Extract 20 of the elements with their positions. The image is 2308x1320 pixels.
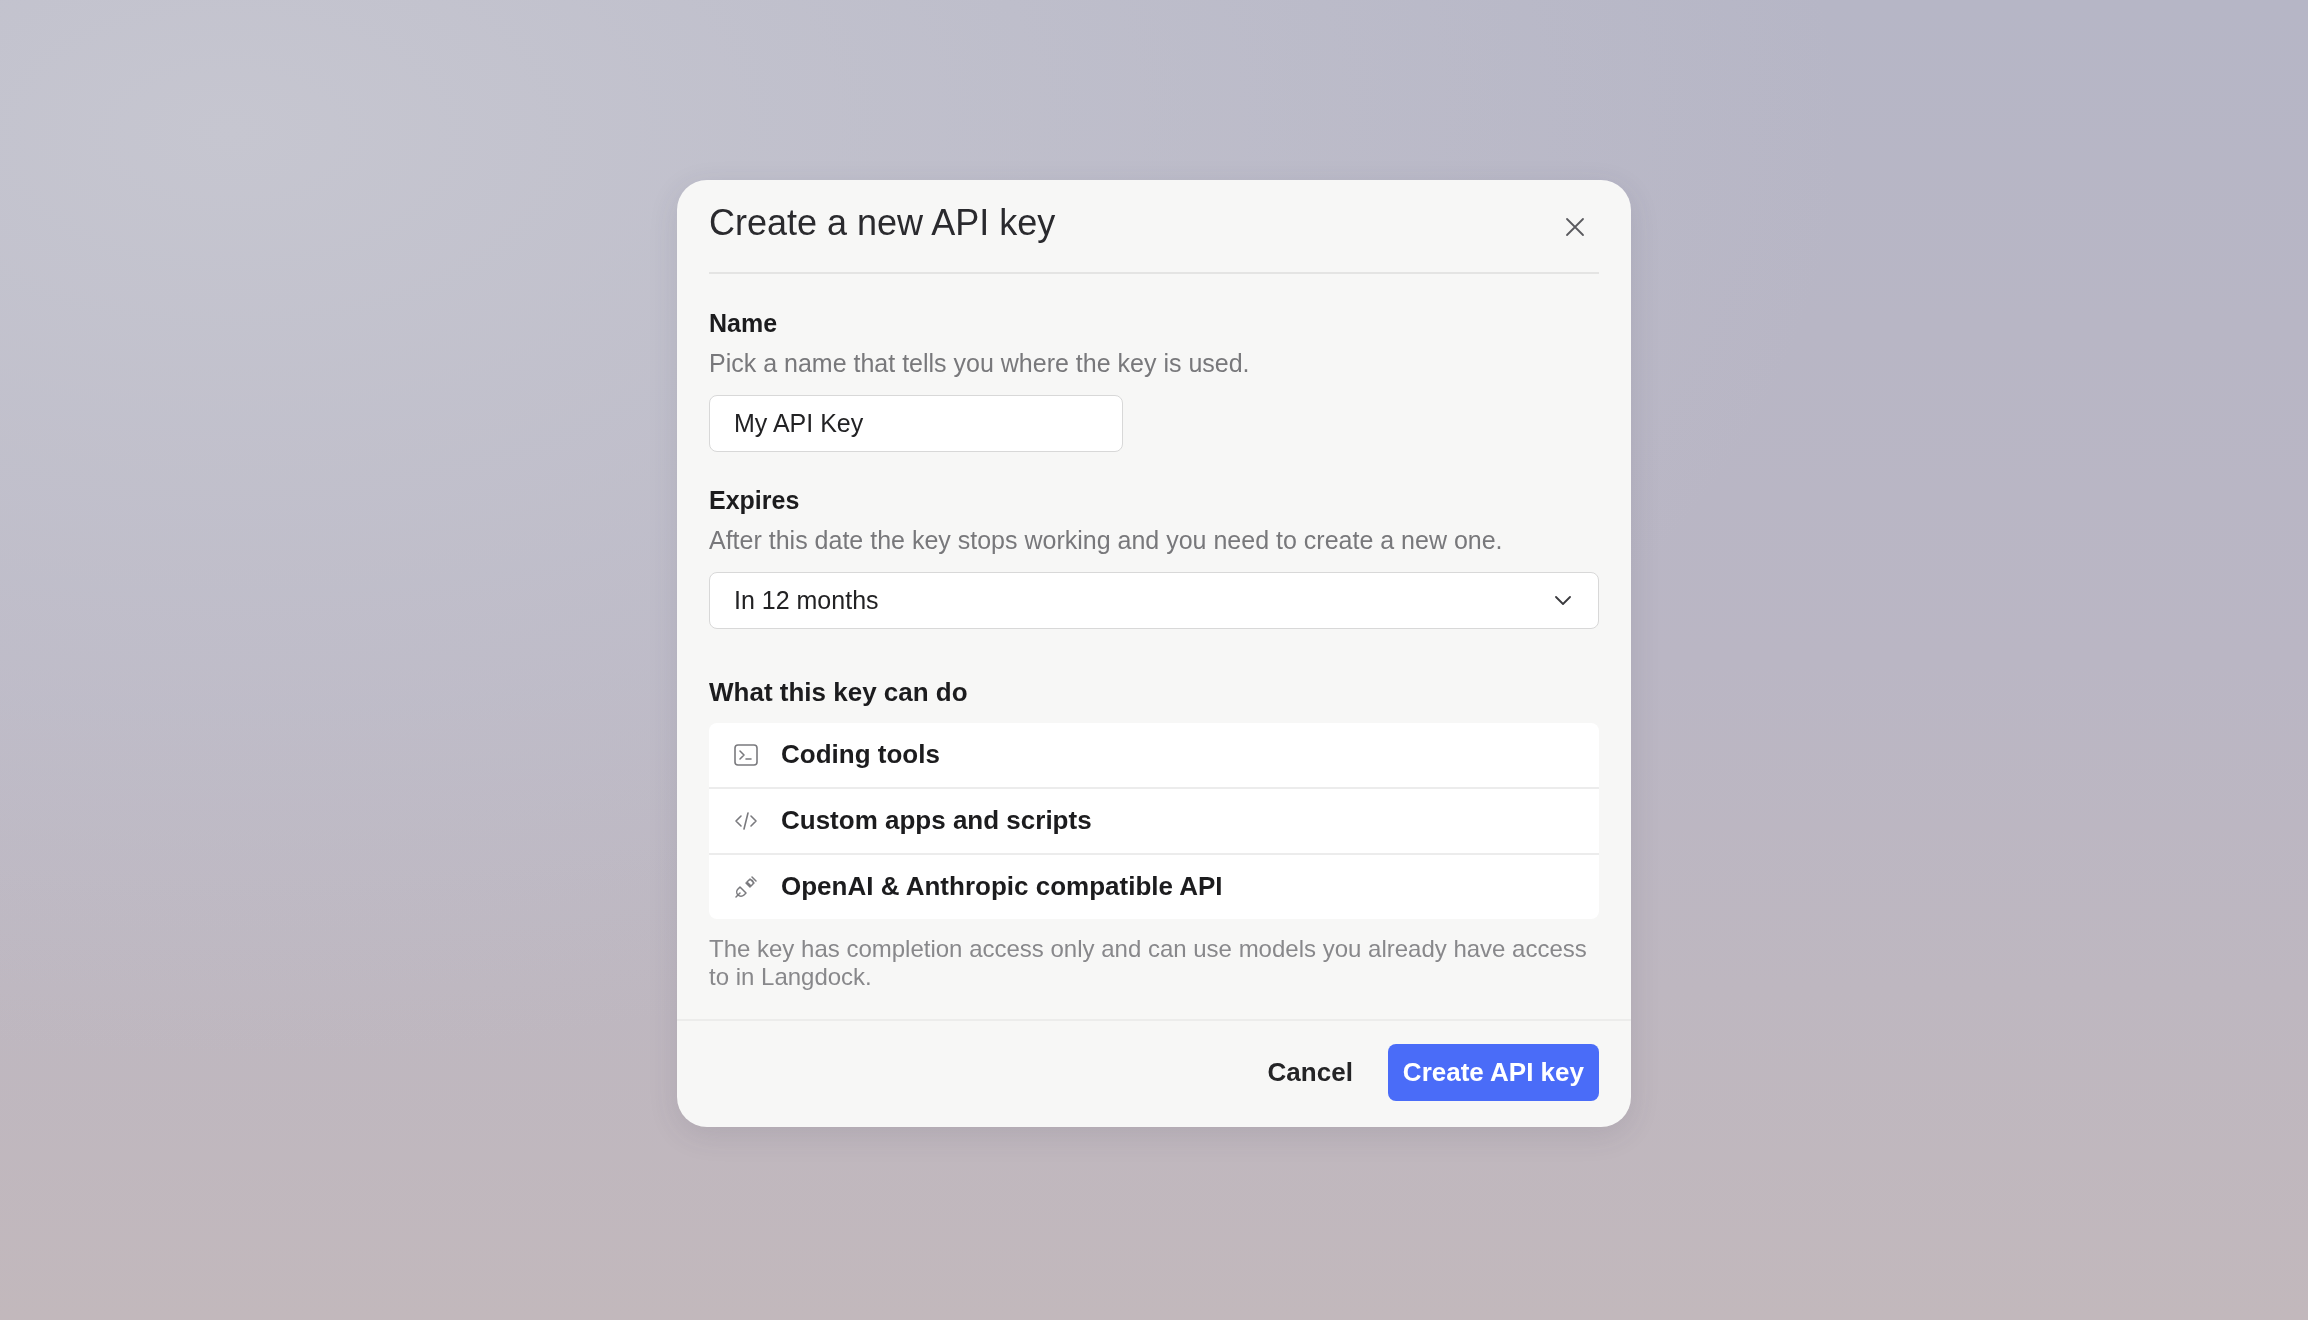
name-input[interactable]: My API Key [709, 394, 1123, 452]
cancel-button[interactable]: Cancel [1252, 1043, 1368, 1101]
plug-icon [734, 874, 758, 899]
capability-label: Custom apps and scripts [781, 805, 1092, 836]
field-label: Name [709, 307, 778, 338]
chevron-down-icon [1555, 595, 1571, 605]
field-description: After this date the key stops working and you need to create a new one. [709, 524, 1503, 555]
capability-label: Coding tools [781, 739, 940, 770]
field-description: Pick a name that tells you where the key is used. [709, 347, 1250, 378]
section-heading: What this key can do [709, 676, 968, 707]
create-button[interactable]: Create API key [1387, 1043, 1599, 1101]
footnote-text: The key has completion access only and can use models you already have access to in Langdock. [709, 934, 1588, 991]
close-button[interactable] [1565, 216, 1585, 237]
capability-label: OpenAI & Anthropic compatible API [781, 871, 1223, 902]
close-icon [1565, 216, 1585, 237]
field-label: Expires [709, 484, 800, 515]
dialog-title: Create a new API key [709, 201, 1056, 244]
code-icon [734, 810, 758, 831]
expiry-dropdown[interactable]: In 12 months [709, 571, 1599, 629]
terminal-icon [734, 743, 758, 766]
